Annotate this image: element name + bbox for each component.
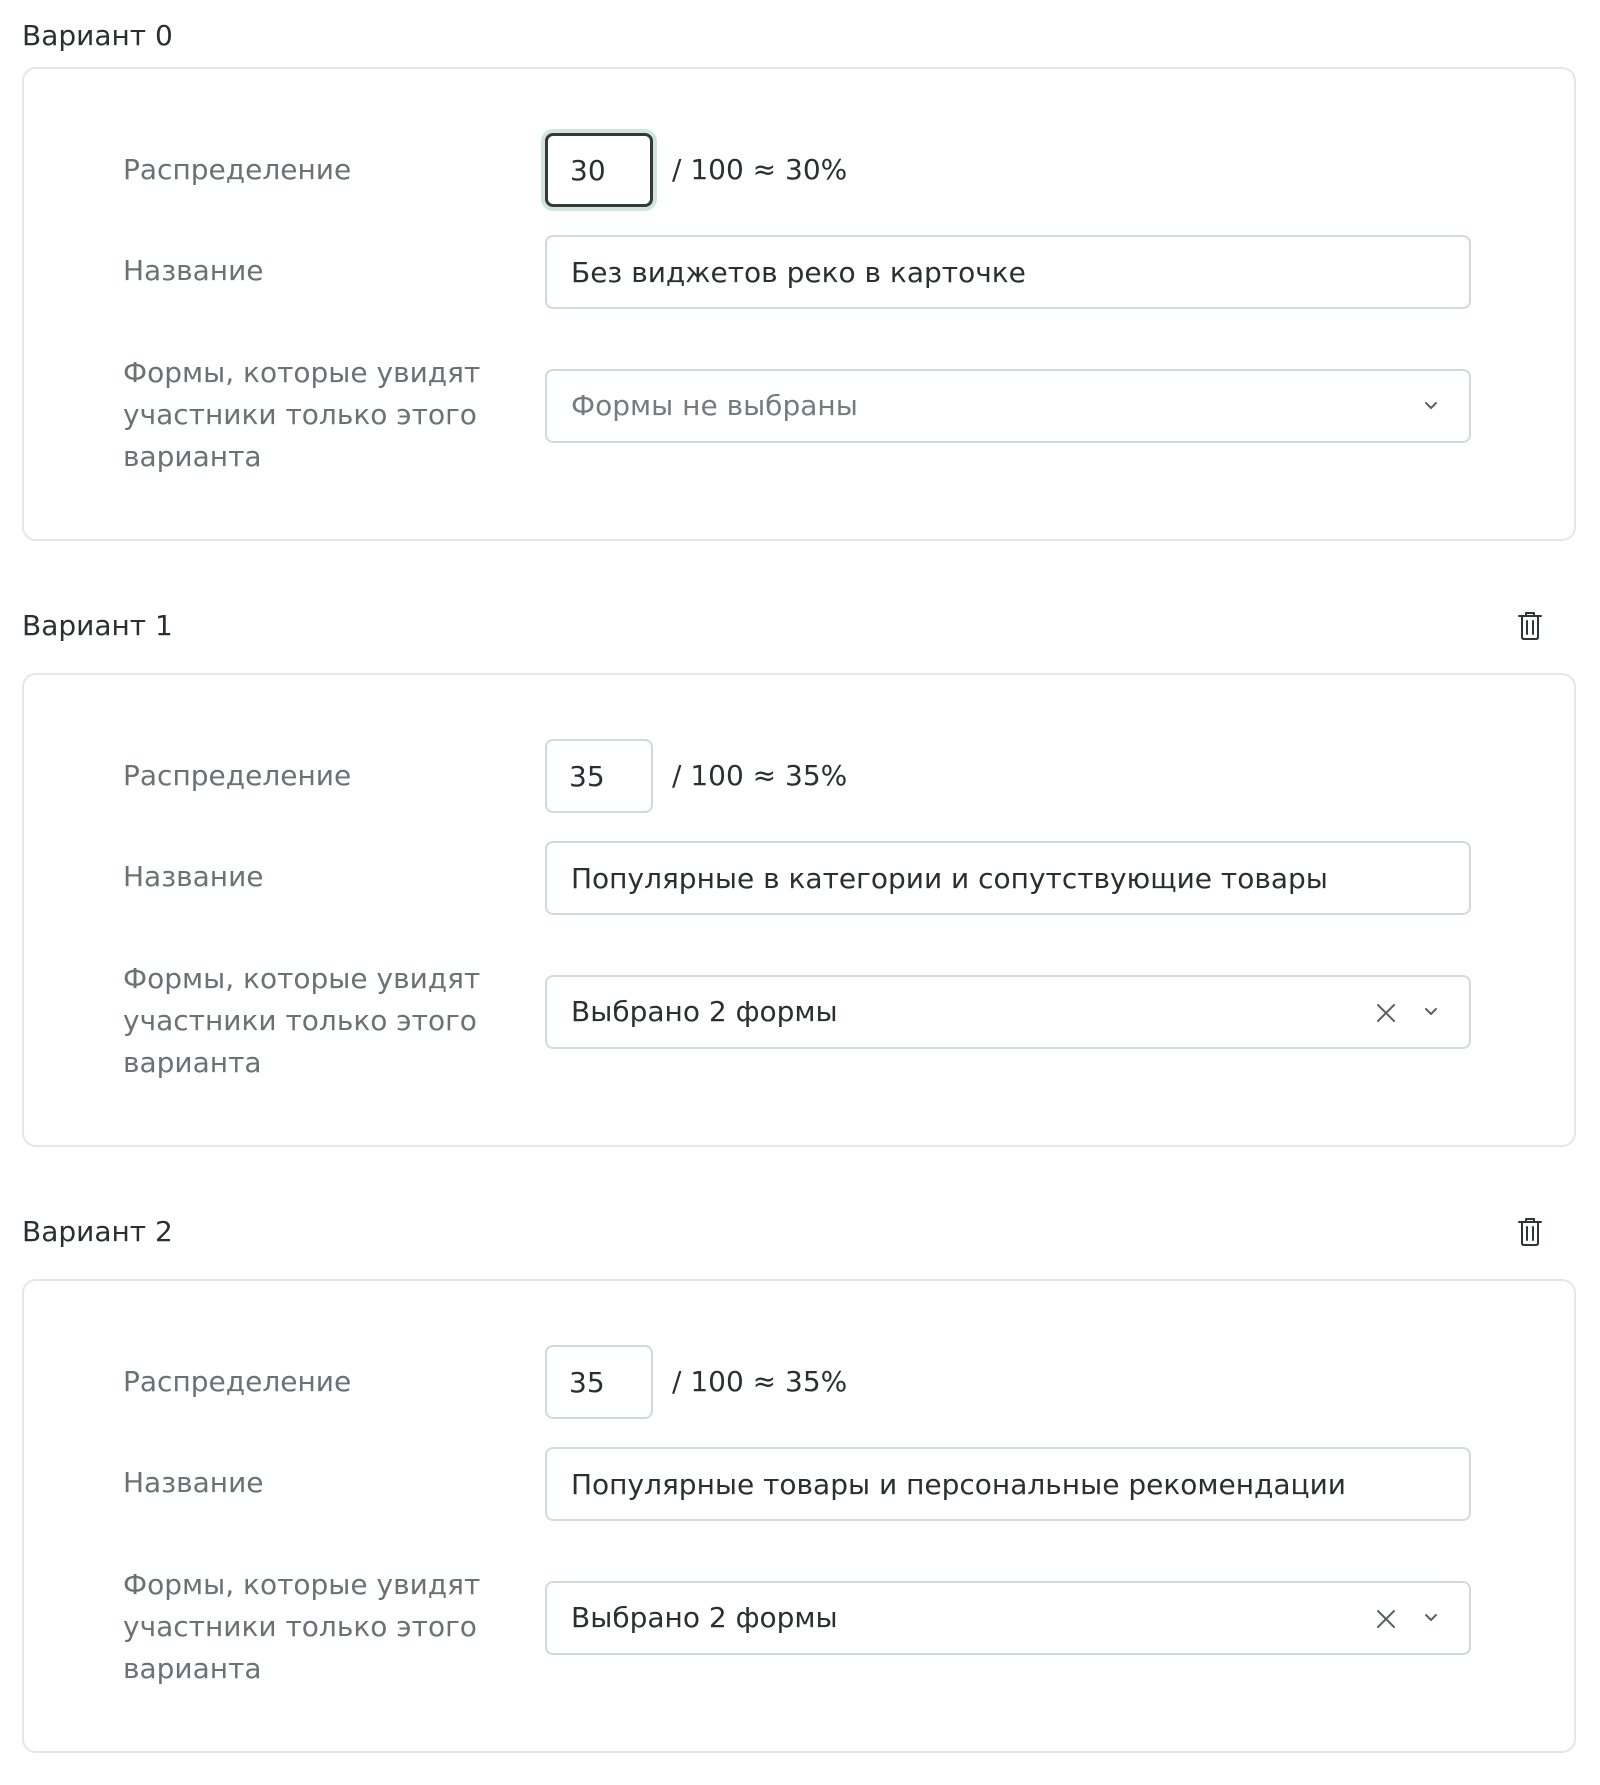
distribution-percentage: / 100 ≈ 35%: [672, 1365, 848, 1398]
close-icon[interactable]: [1375, 1002, 1397, 1024]
trash-icon: [1518, 612, 1542, 640]
variant-title: Вариант 0: [22, 19, 173, 52]
chevron-down-icon[interactable]: [1423, 400, 1439, 412]
delete-variant-button[interactable]: [1514, 1216, 1546, 1248]
distribution-input[interactable]: [545, 133, 653, 207]
name-input[interactable]: [545, 235, 1471, 309]
variant-title: Вариант 2: [22, 1215, 173, 1248]
variants-form: Вариант 0 Распределение / 100 ≈ 30% Назв…: [0, 0, 1600, 1785]
variant-card: Распределение / 100 ≈ 30% Название Формы…: [22, 67, 1576, 541]
forms-select[interactable]: Формы не выбраны: [545, 369, 1471, 443]
distribution-label: Распределение: [123, 153, 352, 186]
variant-card: Распределение / 100 ≈ 35% Название Формы…: [22, 673, 1576, 1147]
distribution-percentage: / 100 ≈ 35%: [672, 759, 848, 792]
forms-select[interactable]: Выбрано 2 формы: [545, 975, 1471, 1049]
trash-icon: [1518, 1218, 1542, 1246]
chevron-down-icon[interactable]: [1423, 1612, 1439, 1624]
forms-select-value: Формы не выбраны: [571, 389, 858, 422]
distribution-input[interactable]: [545, 739, 653, 813]
distribution-label: Распределение: [123, 759, 352, 792]
forms-select-value: Выбрано 2 формы: [571, 995, 838, 1028]
chevron-down-icon[interactable]: [1423, 1006, 1439, 1018]
distribution-percentage: / 100 ≈ 30%: [672, 153, 848, 186]
distribution-label: Распределение: [123, 1365, 352, 1398]
variant-header: Вариант 1: [22, 606, 1578, 646]
close-icon[interactable]: [1375, 1608, 1397, 1630]
distribution-input[interactable]: [545, 1345, 653, 1419]
forms-label: Формы, которые увидят участники только э…: [123, 356, 481, 473]
name-input[interactable]: [545, 1447, 1471, 1521]
name-label: Название: [123, 254, 264, 287]
variant-title: Вариант 1: [22, 609, 173, 642]
variant-card: Распределение / 100 ≈ 35% Название Формы…: [22, 1279, 1576, 1753]
name-label: Название: [123, 860, 264, 893]
forms-label: Формы, которые увидят участники только э…: [123, 962, 481, 1079]
name-input[interactable]: [545, 841, 1471, 915]
variant-header: Вариант 2: [22, 1212, 1578, 1252]
name-label: Название: [123, 1466, 264, 1499]
variant-header: Вариант 0: [22, 16, 1578, 56]
forms-select[interactable]: Выбрано 2 формы: [545, 1581, 1471, 1655]
delete-variant-button[interactable]: [1514, 610, 1546, 642]
forms-select-value: Выбрано 2 формы: [571, 1601, 838, 1634]
forms-label: Формы, которые увидят участники только э…: [123, 1568, 481, 1685]
